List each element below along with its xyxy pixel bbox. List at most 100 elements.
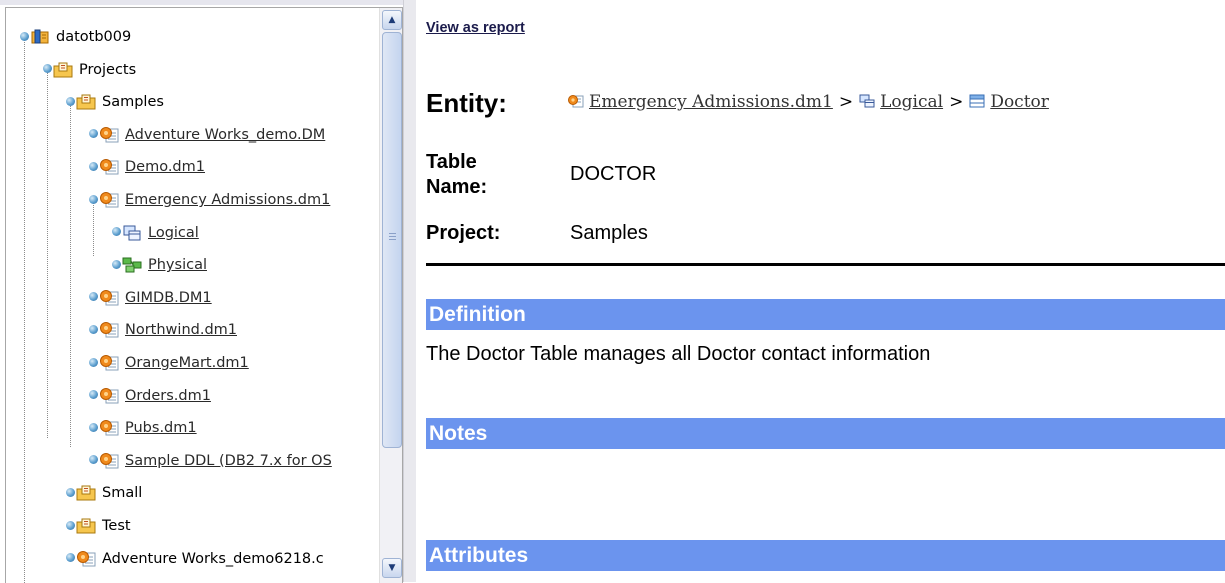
model-file-icon — [99, 157, 119, 175]
table-name-label: Table Name: — [426, 150, 487, 200]
tree-item[interactable]: Adventure Works_demo6218.c — [66, 544, 324, 574]
tree-vertical-scrollbar[interactable]: ▲ ▼ — [379, 8, 402, 583]
chevron-down-icon: ▼ — [388, 563, 396, 573]
tree-item-label[interactable]: Demo.dm1 — [125, 159, 205, 175]
tree-item-label[interactable]: Pubs.dm1 — [125, 420, 197, 436]
expand-toggle-icon[interactable] — [89, 129, 98, 139]
logical-model-icon — [122, 223, 142, 241]
breadcrumb-separator: > — [838, 92, 854, 112]
model-file-icon — [99, 125, 119, 143]
tree-item[interactable]: GIMDB.DM1 — [89, 283, 212, 313]
tree-item-label[interactable]: Sample DDL (DB2 7.x for OS — [125, 453, 332, 469]
expand-toggle-icon[interactable] — [89, 324, 98, 334]
scroll-grip-line — [389, 233, 396, 234]
physical-model-icon — [122, 255, 142, 273]
tree-item[interactable]: Sample DDL (DB2 7.x for OS — [89, 446, 332, 476]
tree-item[interactable]: Demo.dm1 — [89, 152, 205, 182]
tree-item-label[interactable]: Northwind.dm1 — [125, 322, 237, 338]
expand-toggle-icon[interactable] — [20, 31, 29, 41]
expand-toggle-icon[interactable] — [43, 64, 52, 74]
table-name-value: DOCTOR — [570, 163, 657, 185]
expand-toggle-icon[interactable] — [89, 390, 98, 400]
expand-toggle-icon[interactable] — [112, 259, 121, 269]
tree-item[interactable]: Adventure Works_demo.DM — [89, 120, 325, 150]
tree-item[interactable]: Projects — [43, 55, 136, 85]
breadcrumb-model-link[interactable]: Emergency Admissions.dm1 — [589, 92, 833, 112]
tree-item[interactable]: Orders.dm1 — [89, 381, 211, 411]
definition-text: The Doctor Table manages all Doctor cont… — [426, 343, 931, 365]
breadcrumb-separator: > — [949, 92, 964, 112]
tree-item[interactable]: OrangeMart.dm1 — [89, 348, 249, 378]
tree-item-label: Small — [102, 485, 143, 502]
model-file-icon — [99, 386, 119, 404]
tree-item[interactable]: Logical — [112, 218, 199, 248]
tree-item[interactable]: Northwind.dm1 — [89, 315, 237, 345]
expand-toggle-icon[interactable] — [89, 161, 98, 171]
model-file-icon — [99, 320, 119, 338]
entity-label: Entity: — [426, 88, 507, 118]
tree-item[interactable]: Physical — [112, 250, 207, 280]
entity-table-icon — [969, 93, 985, 109]
logical-model-icon — [859, 93, 875, 109]
notes-section-header: Notes — [426, 418, 1225, 449]
tree-item-label[interactable]: Emergency Admissions.dm1 — [125, 192, 330, 208]
scroll-grip-line — [389, 236, 396, 237]
entity-report-pane: View as report Entity: Emergency Admissi… — [416, 0, 1225, 582]
tree-guide-line — [47, 68, 48, 438]
view-as-report-link[interactable]: View as report — [426, 20, 525, 36]
header-divider — [426, 263, 1225, 266]
table-name-label-line2: Name: — [426, 176, 488, 198]
tree-item[interactable]: Emergency Admissions.dm1 — [89, 185, 330, 215]
expand-toggle-icon[interactable] — [112, 227, 121, 237]
tree-item[interactable]: Small — [66, 478, 142, 508]
tree-item-label: Test — [102, 518, 131, 534]
model-file-icon — [99, 288, 119, 306]
attributes-section-header: Attributes — [426, 540, 1225, 571]
table-name-label-line1: Table — [426, 151, 477, 173]
tree-item-label: Samples — [102, 94, 164, 111]
tree-item-label[interactable]: GIMDB.DM1 — [125, 290, 212, 306]
expand-toggle-icon[interactable] — [89, 422, 98, 432]
definition-section-header: Definition — [426, 299, 1225, 330]
server-icon — [30, 27, 50, 45]
tree-item[interactable]: Samples — [66, 87, 164, 117]
tree-item-label[interactable]: Physical — [148, 257, 207, 273]
folder-icon — [76, 92, 96, 110]
chevron-up-icon: ▲ — [388, 15, 396, 25]
tree-item[interactable]: Pubs.dm1 — [89, 413, 197, 443]
scrollbar-thumb[interactable] — [382, 32, 402, 448]
tree-item[interactable]: Test — [66, 511, 131, 541]
pane-splitter[interactable] — [403, 0, 417, 582]
scroll-up-button[interactable]: ▲ — [382, 10, 402, 30]
model-file-icon — [99, 451, 119, 469]
folder-icon — [76, 516, 96, 534]
tree-item-label: Projects — [79, 61, 137, 78]
project-value: Samples — [570, 222, 648, 244]
model-file-icon — [76, 549, 96, 567]
breadcrumb-entity-link[interactable]: Doctor — [990, 92, 1049, 112]
tree-item-label[interactable]: Orders.dm1 — [125, 388, 211, 404]
folder-icon — [53, 60, 73, 78]
tree-guide-line — [70, 100, 71, 447]
tree-item-label[interactable]: Adventure Works_demo.DM — [125, 127, 325, 143]
scroll-down-button[interactable]: ▼ — [382, 558, 402, 578]
model-file-icon — [568, 93, 584, 109]
project-label: Project: — [426, 222, 501, 244]
expand-toggle-icon[interactable] — [66, 520, 75, 530]
expand-toggle-icon[interactable] — [89, 292, 98, 302]
breadcrumb-logical-link[interactable]: Logical — [880, 92, 943, 112]
tree-item-label[interactable]: Logical — [148, 225, 199, 241]
model-file-icon — [99, 353, 119, 371]
expand-toggle-icon[interactable] — [89, 455, 98, 465]
tree-view: datotb009 Projects Samples Adventure Works_… — [6, 8, 378, 583]
expand-toggle-icon[interactable] — [66, 553, 75, 563]
entity-breadcrumb: Emergency Admissions.dm1 > Logical > Docto… — [568, 92, 1049, 112]
expand-toggle-icon[interactable] — [89, 194, 98, 204]
tree-item-label[interactable]: OrangeMart.dm1 — [125, 355, 249, 371]
model-file-icon — [99, 190, 119, 208]
expand-toggle-icon[interactable] — [66, 487, 75, 497]
tree-guide-line — [24, 36, 25, 583]
expand-toggle-icon[interactable] — [89, 357, 98, 367]
tree-item[interactable]: datotb009 — [20, 22, 131, 52]
expand-toggle-icon[interactable] — [66, 96, 75, 106]
